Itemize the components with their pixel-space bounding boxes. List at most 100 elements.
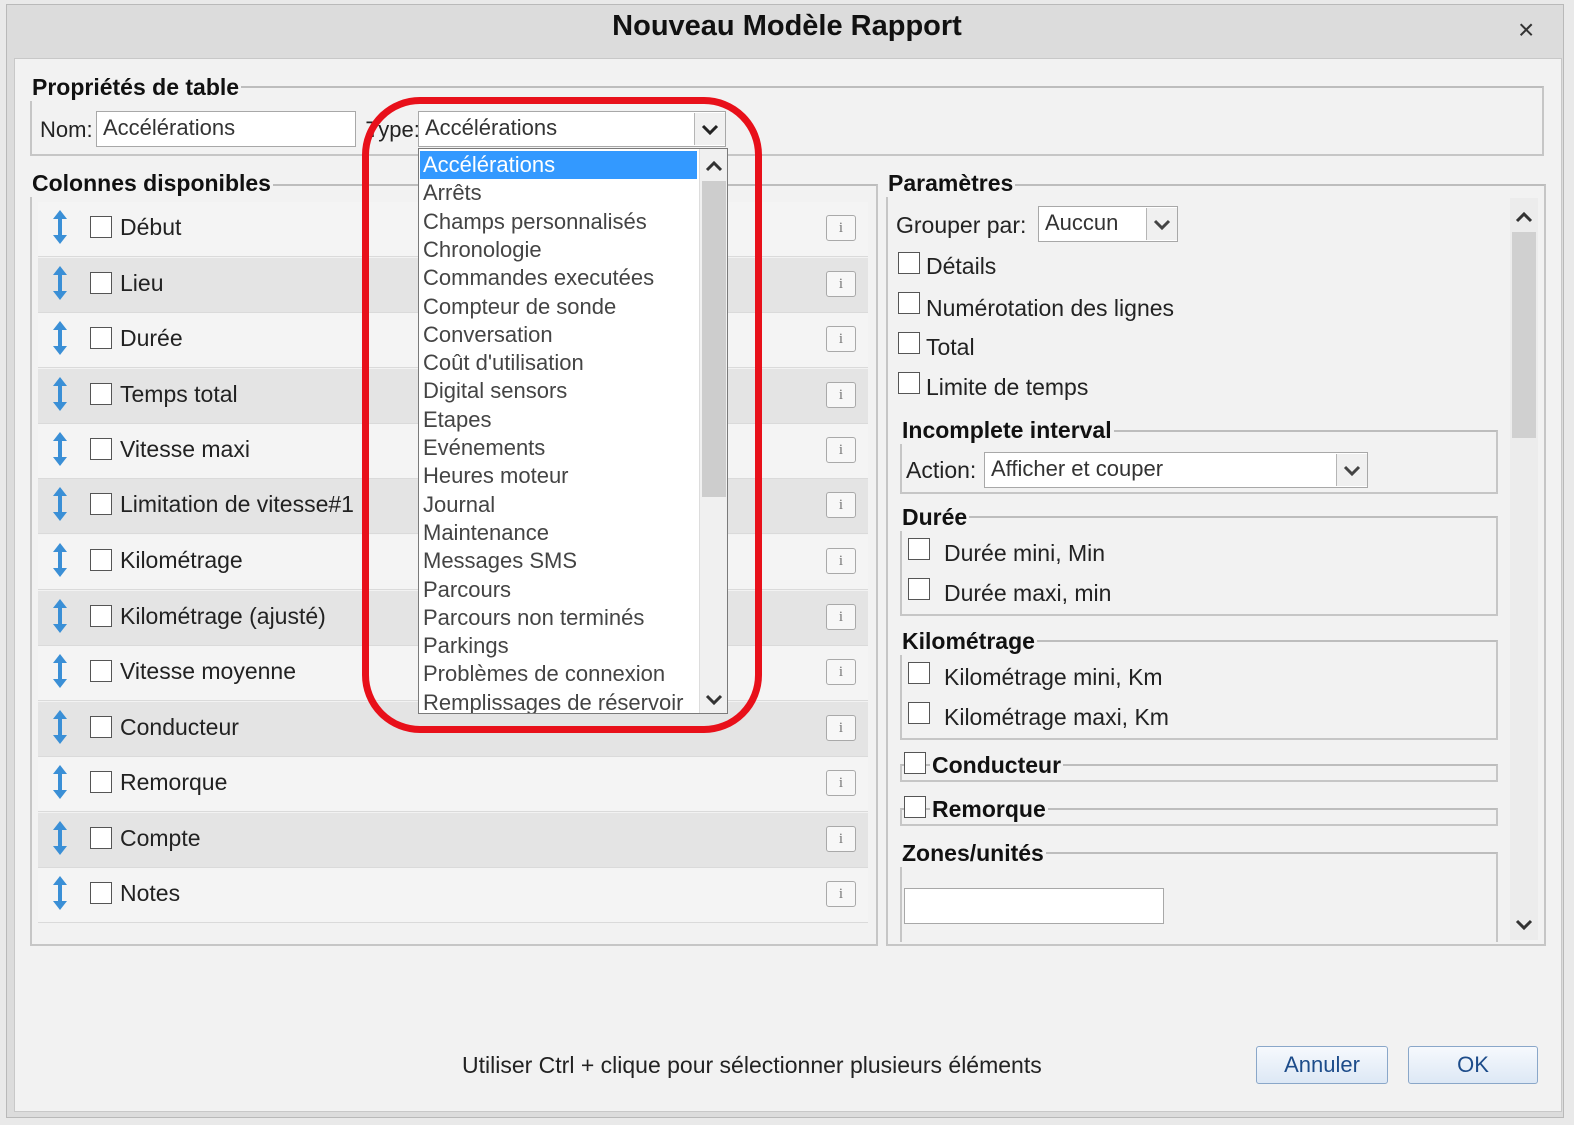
info-icon[interactable]: i: [826, 492, 856, 518]
info-icon[interactable]: i: [826, 215, 856, 241]
duration-legend: Durée: [900, 504, 970, 531]
reorder-arrows-icon[interactable]: [52, 432, 68, 466]
column-checkbox[interactable]: [90, 438, 112, 460]
driver-checkbox[interactable]: [904, 752, 926, 774]
reorder-arrows-icon[interactable]: [52, 210, 68, 244]
params-scrollbar[interactable]: [1510, 198, 1538, 940]
reorder-arrows-icon[interactable]: [52, 710, 68, 744]
column-label: Kilométrage (ajusté): [120, 603, 326, 629]
reorder-arrows-icon[interactable]: [52, 266, 68, 300]
zones-legend: Zones/unités: [900, 840, 1046, 867]
column-row[interactable]: Notes i: [38, 868, 868, 923]
chevron-down-icon: [1343, 465, 1361, 477]
reorder-arrows-icon[interactable]: [52, 321, 68, 355]
reorder-arrows-icon[interactable]: [52, 599, 68, 633]
column-checkbox[interactable]: [90, 549, 112, 571]
info-icon[interactable]: i: [826, 770, 856, 796]
duration-max-label: Durée maxi, min: [944, 580, 1112, 606]
action-select-button[interactable]: [1336, 454, 1367, 486]
chevron-down-icon: [1153, 219, 1171, 231]
column-checkbox[interactable]: [90, 771, 112, 793]
name-input[interactable]: Accélérations: [96, 111, 356, 147]
column-checkbox[interactable]: [90, 272, 112, 294]
scroll-down-icon[interactable]: [1510, 910, 1538, 940]
total-label: Total: [926, 334, 975, 360]
details-label: Détails: [926, 253, 997, 279]
duration-max-checkbox[interactable]: [908, 578, 930, 600]
trailer-legend: Remorque: [930, 796, 1048, 823]
info-icon[interactable]: i: [826, 659, 856, 685]
params-legend: Paramètres: [886, 170, 1016, 197]
column-checkbox[interactable]: [90, 660, 112, 682]
action-value: Afficher et couper: [991, 456, 1164, 481]
info-icon[interactable]: i: [826, 826, 856, 852]
duration-min-checkbox[interactable]: [908, 538, 930, 560]
details-checkbox[interactable]: [898, 252, 920, 274]
column-checkbox[interactable]: [90, 216, 112, 238]
ok-button[interactable]: OK: [1408, 1046, 1538, 1084]
column-label: Limitation de vitesse#1: [120, 491, 354, 517]
column-checkbox[interactable]: [90, 827, 112, 849]
reorder-arrows-icon[interactable]: [52, 876, 68, 910]
info-icon[interactable]: i: [826, 271, 856, 297]
column-label: Temps total: [120, 381, 238, 407]
column-label: Début: [120, 214, 182, 240]
time-limit-label: Limite de temps: [926, 374, 1089, 400]
group-by-label: Grouper par:: [896, 212, 1027, 238]
column-label: Compte: [120, 825, 201, 851]
info-icon[interactable]: i: [826, 437, 856, 463]
column-label: Remorque: [120, 769, 228, 795]
group-by-value: Auccun: [1045, 210, 1119, 235]
action-select[interactable]: Afficher et couper: [984, 452, 1368, 488]
info-icon[interactable]: i: [826, 326, 856, 352]
reorder-arrows-icon[interactable]: [52, 487, 68, 521]
info-icon[interactable]: i: [826, 382, 856, 408]
line-numbering-label: Numérotation des lignes: [926, 295, 1175, 321]
column-label: Lieu: [120, 270, 164, 296]
reorder-arrows-icon[interactable]: [52, 654, 68, 688]
mileage-max-label: Kilométrage maxi, Km: [944, 704, 1169, 730]
column-label: Vitesse maxi: [120, 436, 250, 462]
dialog-title: Nouveau Modèle Rapport: [612, 10, 962, 42]
duration-min-label: Durée mini, Min: [944, 540, 1106, 566]
params-scroll-thumb[interactable]: [1512, 232, 1536, 438]
column-checkbox[interactable]: [90, 327, 112, 349]
name-label: Nom:: [40, 117, 93, 142]
line-numbering-checkbox[interactable]: [898, 292, 920, 314]
mileage-legend: Kilométrage: [900, 628, 1037, 655]
close-icon[interactable]: ×: [1518, 16, 1534, 44]
info-icon[interactable]: i: [826, 548, 856, 574]
info-icon[interactable]: i: [826, 715, 856, 741]
trailer-checkbox[interactable]: [904, 796, 926, 818]
reorder-arrows-icon[interactable]: [52, 765, 68, 799]
footer-hint: Utiliser Ctrl + clique pour sélectionner…: [462, 1052, 1042, 1078]
reorder-arrows-icon[interactable]: [52, 821, 68, 855]
cancel-button[interactable]: Annuler: [1256, 1046, 1388, 1084]
incomplete-interval-legend: Incomplete interval: [900, 417, 1114, 444]
driver-legend: Conducteur: [930, 752, 1064, 779]
reorder-arrows-icon[interactable]: [52, 377, 68, 411]
zones-input[interactable]: [904, 888, 1164, 924]
action-label: Action:: [906, 457, 977, 483]
mileage-max-checkbox[interactable]: [908, 702, 930, 724]
group-by-button[interactable]: [1146, 208, 1177, 240]
mileage-min-checkbox[interactable]: [908, 662, 930, 684]
time-limit-checkbox[interactable]: [898, 372, 920, 394]
column-label: Vitesse moyenne: [120, 658, 297, 684]
column-checkbox[interactable]: [90, 716, 112, 738]
scroll-up-icon[interactable]: [1510, 202, 1538, 232]
total-checkbox[interactable]: [898, 332, 920, 354]
column-checkbox[interactable]: [90, 605, 112, 627]
column-checkbox[interactable]: [90, 882, 112, 904]
table-properties-legend: Propriétés de table: [30, 74, 242, 101]
column-checkbox[interactable]: [90, 493, 112, 515]
column-checkbox[interactable]: [90, 383, 112, 405]
mileage-min-label: Kilométrage mini, Km: [944, 664, 1163, 690]
column-row[interactable]: Compte i: [38, 813, 868, 868]
info-icon[interactable]: i: [826, 604, 856, 630]
info-icon[interactable]: i: [826, 881, 856, 907]
column-label: Kilométrage: [120, 547, 243, 573]
column-label: Conducteur: [120, 714, 239, 740]
reorder-arrows-icon[interactable]: [52, 543, 68, 577]
column-row[interactable]: Remorque i: [38, 757, 868, 812]
